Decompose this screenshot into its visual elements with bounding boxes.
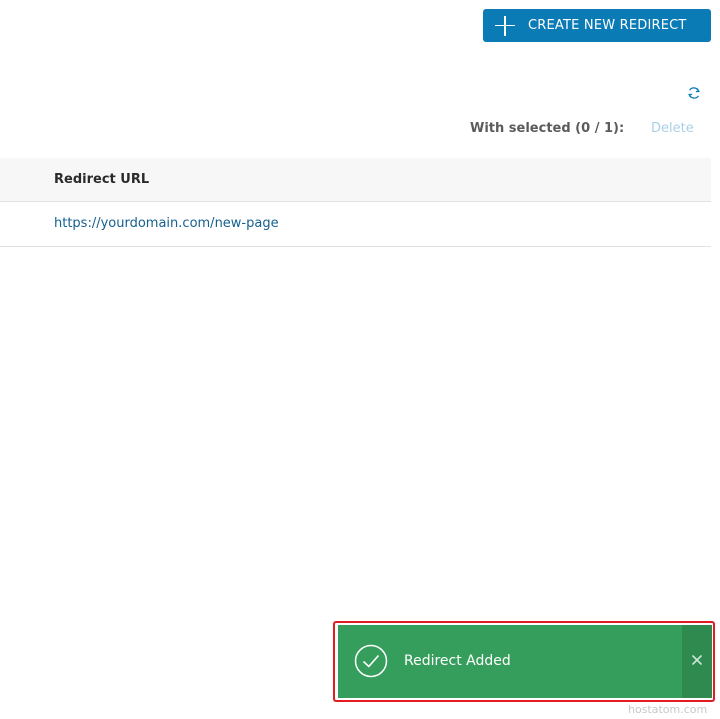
table-header: Redirect URL — [0, 158, 711, 202]
table-row: https://yourdomain.com/new-page — [0, 202, 711, 247]
redirects-page: CREATE NEW REDIRECT With selected (0 / 1… — [0, 0, 720, 719]
toast-message: Redirect Added — [404, 653, 511, 669]
success-toast: Redirect Added — [338, 625, 712, 698]
toast-close-button[interactable] — [682, 625, 712, 698]
refresh-icon[interactable] — [687, 86, 701, 100]
redirect-url-link[interactable]: https://yourdomain.com/new-page — [54, 216, 279, 231]
column-header-redirect-url: Redirect URL — [54, 172, 150, 187]
close-icon — [691, 654, 703, 666]
watermark: hostatom.com — [628, 703, 708, 716]
create-new-redirect-button[interactable]: CREATE NEW REDIRECT — [483, 9, 711, 42]
plus-icon — [495, 15, 515, 36]
create-button-label: CREATE NEW REDIRECT — [528, 18, 687, 33]
check-circle-icon — [354, 644, 388, 678]
delete-button[interactable]: Delete — [651, 121, 694, 136]
with-selected-label: With selected (0 / 1): — [470, 121, 625, 136]
